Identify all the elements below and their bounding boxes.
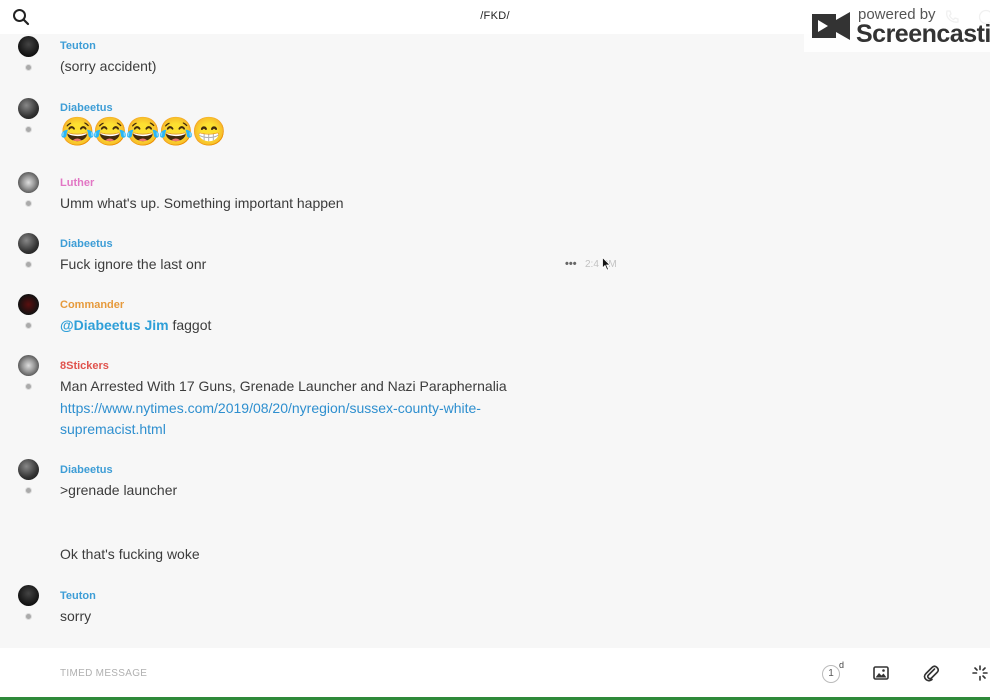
message-author[interactable]: Diabeetus — [60, 464, 113, 476]
message-author[interactable]: Luther — [60, 177, 94, 189]
message-text: Man Arrested With 17 Guns, Grenade Launc… — [60, 378, 507, 394]
message-author[interactable]: Diabeetus — [60, 238, 113, 250]
sparkle-icon[interactable] — [972, 665, 988, 681]
message-author[interactable]: Teuton — [60, 590, 96, 602]
read-status-dot — [25, 200, 32, 207]
timer-value: 1 — [822, 665, 840, 683]
avatar[interactable] — [18, 459, 39, 480]
user-mention[interactable]: @Diabeetus Jim — [60, 317, 169, 333]
read-status-dot — [25, 613, 32, 620]
read-status-dot — [25, 322, 32, 329]
attachment-icon[interactable] — [923, 664, 940, 682]
message-author[interactable]: 8Stickers — [60, 360, 109, 372]
avatar[interactable] — [18, 355, 39, 376]
message-text: @Diabeetus Jim faggot — [60, 315, 211, 336]
message-author[interactable]: Teuton — [60, 40, 96, 52]
avatar[interactable] — [18, 172, 39, 193]
message-text-followup: Ok that's fucking woke — [60, 546, 200, 562]
message-author[interactable]: Commander — [60, 299, 124, 311]
timer-unit: d — [839, 660, 845, 670]
message-text: >grenade launcher — [60, 482, 178, 498]
message-link[interactable]: https://www.nytimes.com/2019/08/20/nyreg… — [60, 398, 481, 419]
message-text: Umm what's up. Something important happe… — [60, 195, 344, 211]
message-link-continued[interactable]: supremacist.html — [60, 419, 166, 440]
read-status-dot — [25, 261, 32, 268]
read-status-dot — [25, 64, 32, 71]
avatar[interactable] — [18, 36, 39, 57]
timer-button[interactable]: 1 d — [822, 660, 846, 684]
message-input[interactable] — [60, 664, 560, 682]
message-text-body: faggot — [168, 317, 212, 333]
read-status-dot — [25, 383, 32, 390]
avatar[interactable] — [18, 98, 39, 119]
message-emojis: 😂😂😂😂😁 — [60, 116, 226, 147]
message-author[interactable]: Diabeetus — [60, 102, 113, 114]
message-text: Fuck ignore the last onr — [60, 256, 207, 272]
message-text: sorry — [60, 608, 92, 624]
image-icon[interactable] — [873, 665, 889, 681]
message-text: (sorry accident) — [60, 58, 157, 74]
avatar[interactable] — [18, 294, 39, 315]
avatar[interactable] — [18, 585, 39, 606]
read-status-dot — [25, 126, 32, 133]
avatar[interactable] — [18, 233, 39, 254]
message-feed[interactable]: Teuton (sorry accident) Diabeetus 😂😂😂😂😁 … — [0, 34, 990, 648]
mouse-cursor-icon — [602, 256, 612, 271]
more-options-button[interactable]: ••• — [565, 258, 577, 270]
read-status-dot — [25, 487, 32, 494]
composer-bar: 1 d — [0, 648, 990, 697]
